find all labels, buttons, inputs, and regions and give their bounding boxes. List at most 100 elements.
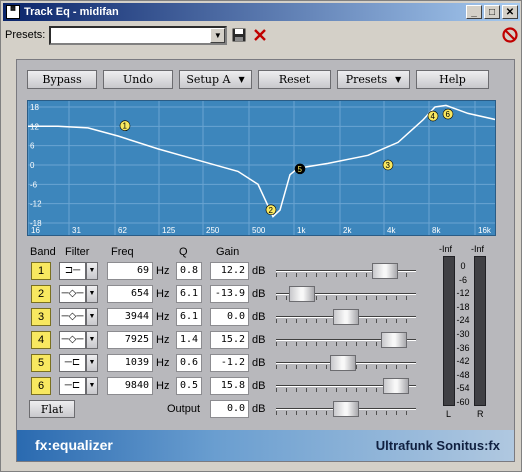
q-input[interactable]: 6.1	[176, 308, 202, 326]
band-button[interactable]: 3	[31, 308, 51, 326]
meter-scale-label: 0	[460, 261, 466, 271]
slider-thumb[interactable]	[381, 332, 407, 348]
low-shelf-icon[interactable]: ⊐─	[59, 262, 86, 280]
undo-button[interactable]: Undo	[103, 70, 173, 89]
y-tick-label: 18	[30, 103, 39, 112]
q-input[interactable]: 6.1	[176, 285, 202, 303]
app-icon: ▦	[6, 5, 20, 19]
chevron-down-icon[interactable]: ▼	[86, 354, 98, 372]
minimize-button[interactable]: _	[466, 5, 482, 19]
gain-input[interactable]: -1.2	[210, 354, 249, 372]
band-button[interactable]: 5	[31, 354, 51, 372]
gain-input[interactable]: -13.9	[210, 285, 249, 303]
slider-thumb[interactable]	[289, 286, 315, 302]
q-header: Q	[179, 246, 188, 258]
slider-thumb[interactable]	[333, 401, 359, 417]
gain-slider[interactable]	[276, 377, 416, 395]
eq-response-svg[interactable]: 181260-6-12-1816 31 62 125 250 500 1k 2k 4k 8k 16k…	[28, 101, 496, 236]
preset-combo[interactable]: ▼	[49, 25, 228, 45]
chevron-down-icon: ▼	[395, 75, 402, 84]
slider-thumb[interactable]	[330, 355, 356, 371]
no-entry-icon	[502, 27, 518, 43]
window-title: Track Eq - midifan	[24, 6, 119, 18]
flat-button[interactable]: Flat	[29, 400, 75, 418]
chevron-down-icon[interactable]: ▼	[86, 377, 98, 395]
gain-slider[interactable]	[276, 262, 416, 280]
band-button[interactable]: 2	[31, 285, 51, 303]
peak-icon[interactable]: ─◇─	[59, 285, 86, 303]
meter-scale-label: -54	[456, 383, 470, 393]
x-tick-label: 62	[118, 226, 127, 235]
slider-thumb[interactable]	[333, 309, 359, 325]
y-tick-label: 0	[30, 161, 35, 170]
slider-thumb[interactable]	[383, 378, 409, 394]
freq-input[interactable]: 3944	[107, 308, 153, 326]
gain-input[interactable]: 15.2	[210, 331, 249, 349]
high-shelf-icon[interactable]: ─⊏	[59, 377, 86, 395]
y-tick-label: -6	[30, 180, 38, 189]
save-preset-button[interactable]	[230, 26, 248, 44]
gain-input[interactable]: 0.0	[210, 308, 249, 326]
y-tick-label: -12	[30, 200, 42, 209]
x-tick-label: 16	[31, 226, 40, 235]
high-shelf-icon[interactable]: ─⊏	[59, 354, 86, 372]
db-unit: dB	[252, 265, 266, 277]
presets-menu-button[interactable]: Presets ▼	[337, 70, 410, 89]
peak-icon[interactable]: ─◇─	[59, 308, 86, 326]
band-button[interactable]: 4	[31, 331, 51, 349]
freq-input[interactable]: 7925	[107, 331, 153, 349]
band-row-1: 1 ⊐─ ▼ 69 Hz 0.8 12.2 dB	[27, 262, 507, 282]
gain-slider[interactable]	[276, 285, 416, 303]
disable-plugin-button[interactable]	[501, 26, 519, 44]
x-tick-label: 8k	[432, 226, 441, 235]
chevron-down-icon[interactable]: ▼	[86, 331, 98, 349]
brand-label: fx:equalizer	[35, 437, 113, 453]
band-node-label: 2	[269, 206, 274, 215]
peak-icon[interactable]: ─◇─	[59, 331, 86, 349]
eq-response-graph[interactable]: 18 12 6 0 -6 -12 -18 16 31 62 125 250 500 1k 2k 4k 8k 16k…	[27, 100, 496, 236]
freq-input[interactable]: 1039	[107, 354, 153, 372]
chevron-down-icon[interactable]: ▼	[86, 262, 98, 280]
band-button[interactable]: 6	[31, 377, 51, 395]
slider-thumb[interactable]	[372, 263, 398, 279]
reset-button[interactable]: Reset	[258, 70, 331, 89]
freq-input[interactable]: 654	[107, 285, 153, 303]
gain-slider[interactable]	[276, 308, 416, 326]
eq-curve	[28, 104, 495, 218]
output-gain-input[interactable]: 0.0	[210, 400, 249, 418]
bypass-button[interactable]: Bypass	[27, 70, 97, 89]
y-tick-label: 6	[30, 142, 35, 151]
hz-unit: Hz	[156, 311, 170, 323]
q-input[interactable]: 0.8	[176, 262, 202, 280]
q-input[interactable]: 0.6	[176, 354, 202, 372]
x-tick-label: 250	[206, 226, 220, 235]
hz-unit: Hz	[156, 380, 170, 392]
chevron-down-icon[interactable]: ▼	[210, 27, 226, 43]
setup-select[interactable]: Setup A ▼	[179, 70, 252, 89]
band-button[interactable]: 1	[31, 262, 51, 280]
gain-input[interactable]: 15.8	[210, 377, 249, 395]
q-input[interactable]: 0.5	[176, 377, 202, 395]
freq-input[interactable]: 69	[107, 262, 153, 280]
meter-scale-label: -30	[456, 329, 470, 339]
chevron-down-icon[interactable]: ▼	[86, 308, 98, 326]
meter-scale-label: -42	[456, 356, 470, 366]
meter-scale-label: -60	[456, 397, 470, 407]
right-peak-readout: -Inf	[471, 244, 485, 254]
delete-preset-button[interactable]	[251, 26, 269, 44]
gain-slider[interactable]	[276, 331, 416, 349]
db-unit: dB	[252, 357, 266, 369]
gain-input[interactable]: 12.2	[210, 262, 249, 280]
help-button[interactable]: Help	[416, 70, 489, 89]
title-bar: ▦ Track Eq - midifan _ □ ✕	[3, 3, 520, 21]
maximize-button[interactable]: □	[484, 5, 500, 19]
freq-input[interactable]: 9840	[107, 377, 153, 395]
q-input[interactable]: 1.4	[176, 331, 202, 349]
x-tick-label: 500	[252, 226, 266, 235]
chevron-down-icon[interactable]: ▼	[86, 285, 98, 303]
gain-slider[interactable]	[276, 354, 416, 372]
output-slider[interactable]	[276, 400, 416, 418]
presets-label: Presets:	[5, 29, 46, 41]
close-button[interactable]: ✕	[502, 5, 518, 19]
meter-scale-label: -6	[458, 275, 467, 285]
